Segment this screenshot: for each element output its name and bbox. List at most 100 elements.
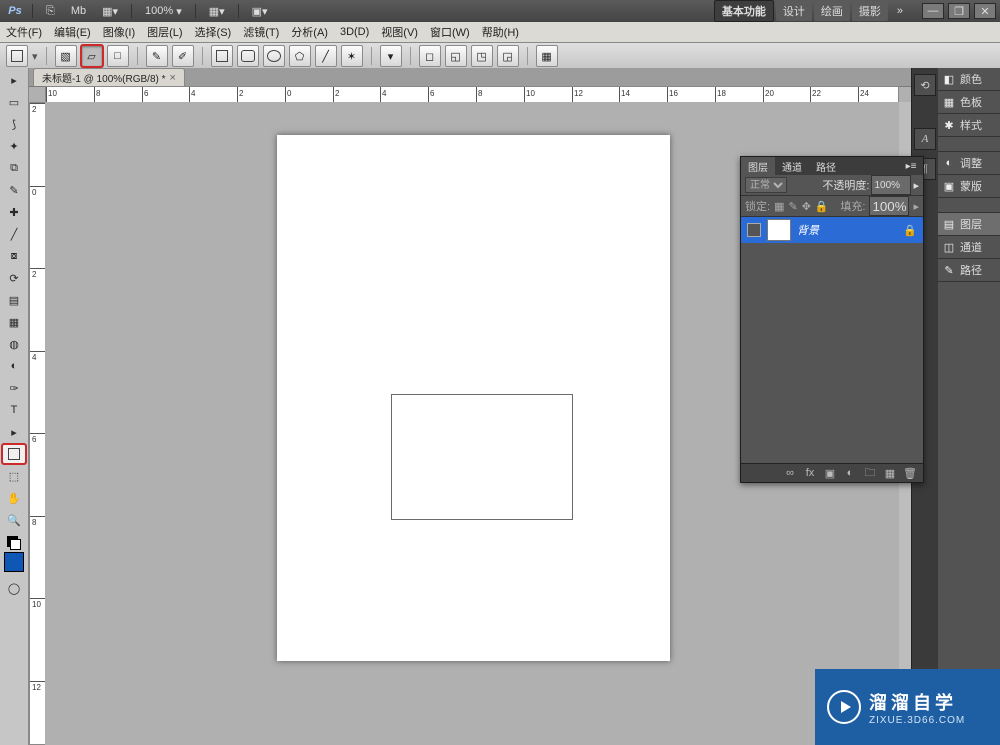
- paths-panel-row[interactable]: ✎ 路径: [938, 259, 1000, 282]
- menu-image[interactable]: 图像(I): [103, 24, 135, 40]
- window-close-button[interactable]: ✕: [974, 3, 996, 19]
- heal-tool[interactable]: ✚: [2, 202, 26, 222]
- shape-mode-pixel[interactable]: □: [107, 45, 129, 67]
- menu-help[interactable]: 帮助(H): [482, 24, 519, 40]
- zoom-tool[interactable]: 🔍: [2, 510, 26, 530]
- new-layer-icon[interactable]: ▦: [883, 466, 897, 480]
- menu-edit[interactable]: 编辑(E): [54, 24, 91, 40]
- workspace-tab-painting[interactable]: 绘画: [814, 1, 850, 21]
- menu-file[interactable]: 文件(F): [6, 24, 42, 40]
- layers-tab[interactable]: 图层: [741, 157, 775, 176]
- menu-analysis[interactable]: 分析(A): [291, 24, 328, 40]
- zoom-display[interactable]: 100% ▾: [138, 2, 189, 20]
- channels-tab[interactable]: 通道: [775, 157, 809, 176]
- adjustments-panel-row[interactable]: ◐ 调整: [938, 152, 1000, 175]
- path-bool-1[interactable]: ◻: [419, 45, 441, 67]
- lock-all-icon[interactable]: 🔒: [815, 200, 829, 213]
- styles-panel-row[interactable]: ✱ 样式: [938, 114, 1000, 137]
- menu-3d[interactable]: 3D(D): [340, 26, 369, 38]
- shape-line[interactable]: ╱: [315, 45, 337, 67]
- bridge-button[interactable]: ⎘: [39, 2, 62, 20]
- foreground-color-swatch[interactable]: [4, 552, 24, 572]
- hand-tool[interactable]: ✋: [2, 488, 26, 508]
- workspace-tab-design[interactable]: 设计: [776, 1, 812, 21]
- layers-floating-panel[interactable]: 图层 通道 路径 ▸≡ 正常 不透明度: ▸ 锁定: ▦ ✎ ✥ 🔒 填充: ▸: [740, 156, 924, 483]
- mask-icon[interactable]: ▣: [823, 466, 837, 480]
- view-grid-button[interactable]: ▦▾: [202, 2, 232, 20]
- type-tool[interactable]: T: [2, 400, 26, 420]
- move-tool[interactable]: ▸: [2, 70, 26, 90]
- masks-panel-row[interactable]: ▣ 蒙版: [938, 175, 1000, 198]
- menu-view[interactable]: 视图(V): [381, 24, 418, 40]
- group-icon[interactable]: 🗀: [863, 466, 877, 480]
- gradient-tool[interactable]: ▦: [2, 312, 26, 332]
- lock-trans-icon[interactable]: ▦: [774, 200, 784, 213]
- history-icon[interactable]: ⟲: [914, 74, 936, 96]
- shape-custom[interactable]: ✶: [341, 45, 363, 67]
- fx-icon[interactable]: fx: [803, 466, 817, 480]
- lock-move-icon[interactable]: ✥: [802, 200, 811, 213]
- doc-tab-close-icon[interactable]: ×: [170, 72, 176, 84]
- path-bool-4[interactable]: ◲: [497, 45, 519, 67]
- dodge-tool[interactable]: ◐: [2, 356, 26, 376]
- shape-rounded[interactable]: [237, 45, 259, 67]
- panel-menu-icon[interactable]: ▸≡: [899, 161, 923, 172]
- quick-select-tool[interactable]: ✦: [2, 136, 26, 156]
- blur-tool[interactable]: ◍: [2, 334, 26, 354]
- link-icon[interactable]: ∞: [783, 466, 797, 480]
- quick-mask-tool[interactable]: ◯: [2, 578, 26, 598]
- layer-thumbnail[interactable]: [767, 219, 791, 241]
- menu-window[interactable]: 窗口(W): [430, 24, 470, 40]
- workspace-tab-basic[interactable]: 基本功能: [714, 0, 774, 22]
- shape-rect[interactable]: [211, 45, 233, 67]
- view-extras-button[interactable]: ▣▾: [245, 2, 275, 20]
- lock-paint-icon[interactable]: ✎: [788, 200, 797, 213]
- pen-tool[interactable]: ✑: [2, 378, 26, 398]
- layer-row-background[interactable]: 背景 🔒: [741, 217, 923, 243]
- 3d-tool[interactable]: ⬚: [2, 466, 26, 486]
- crop-tool[interactable]: ⧉: [2, 158, 26, 178]
- trash-icon[interactable]: 🗑: [903, 466, 917, 480]
- path-select-tool[interactable]: ▸: [2, 422, 26, 442]
- blend-mode-select[interactable]: 正常: [745, 177, 787, 193]
- pen-tool-variant1[interactable]: ✎: [146, 45, 168, 67]
- shape-options[interactable]: ▾: [380, 45, 402, 67]
- brush-tool[interactable]: ╱: [2, 224, 26, 244]
- pen-tool-variant2[interactable]: ✐: [172, 45, 194, 67]
- window-minimize-button[interactable]: —: [922, 3, 944, 19]
- paths-tab[interactable]: 路径: [809, 157, 843, 176]
- menu-select[interactable]: 选择(S): [195, 24, 232, 40]
- rect-marquee-tool[interactable]: ▭: [2, 92, 26, 112]
- path-bool-3[interactable]: ◳: [471, 45, 493, 67]
- doc-arrange-button[interactable]: ▦▾: [95, 2, 125, 20]
- window-maximize-button[interactable]: ❐: [948, 3, 970, 19]
- workspace-tab-photo[interactable]: 摄影: [852, 1, 888, 21]
- shape-ellipse[interactable]: [263, 45, 285, 67]
- minibridge-button[interactable]: Mb: [64, 2, 93, 20]
- document-tab[interactable]: 未标题-1 @ 100%(RGB/8) * ×: [33, 68, 185, 86]
- workspace-more-button[interactable]: »: [890, 2, 910, 20]
- eraser-tool[interactable]: ▤: [2, 290, 26, 310]
- char-icon[interactable]: A: [914, 128, 936, 150]
- path-bool-2[interactable]: ◱: [445, 45, 467, 67]
- fill-input[interactable]: [869, 196, 909, 216]
- clone-tool[interactable]: ⧇: [2, 246, 26, 266]
- adjust-icon[interactable]: ◐: [843, 466, 857, 480]
- lasso-tool[interactable]: ⟆: [2, 114, 26, 134]
- layers-panel-row[interactable]: ▤ 图层: [938, 213, 1000, 236]
- menu-filter[interactable]: 滤镜(T): [243, 24, 279, 40]
- default-colors-icon[interactable]: [7, 536, 21, 550]
- current-tool-preset[interactable]: [6, 45, 28, 67]
- shape-mode-path[interactable]: ▱: [81, 45, 103, 67]
- shape-polygon[interactable]: ⬠: [289, 45, 311, 67]
- visibility-icon[interactable]: [747, 223, 761, 237]
- swatches-panel-row[interactable]: ▦ 色板: [938, 91, 1000, 114]
- menu-layer[interactable]: 图层(L): [147, 24, 182, 40]
- color-panel-row[interactable]: ◧ 颜色: [938, 68, 1000, 91]
- drawn-rectangle-path[interactable]: [391, 394, 573, 520]
- opacity-input[interactable]: [871, 175, 911, 195]
- history-brush-tool[interactable]: ⟳: [2, 268, 26, 288]
- align-edges[interactable]: ▦: [536, 45, 558, 67]
- shape-mode-shapelayer[interactable]: ▧: [55, 45, 77, 67]
- eyedropper-tool[interactable]: ✎: [2, 180, 26, 200]
